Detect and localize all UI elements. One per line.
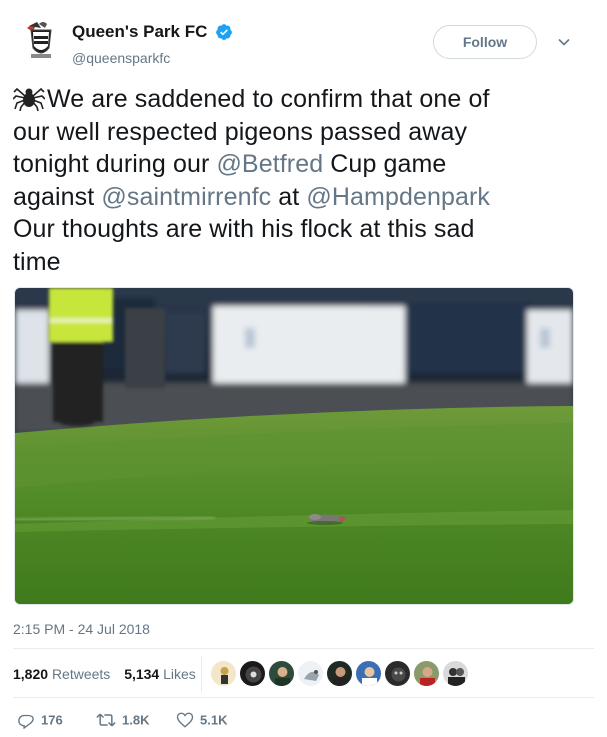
follow-button[interactable]: Follow <box>433 25 537 59</box>
mention-link-betfred[interactable]: @Betfred <box>216 150 323 178</box>
liker-avatar[interactable] <box>268 660 295 687</box>
retweet-action[interactable]: 1.8K <box>96 711 149 731</box>
reply-action[interactable]: 176 <box>17 711 63 731</box>
liker-avatar[interactable] <box>297 660 324 687</box>
author-display-name[interactable]: Queen's Park FC <box>72 22 207 42</box>
tweet-photo[interactable] <box>14 287 574 605</box>
tweet-timestamp[interactable]: 2:15 PM - 24 Jul 2018 <box>13 621 150 637</box>
chevron-down-icon[interactable] <box>556 34 572 50</box>
tweet-text-segment: We are saddened to confirm that one of <box>47 85 490 113</box>
tweet-text-line: Our thoughts are with his flock at this … <box>13 215 475 243</box>
retweets-stat[interactable]: 1,820 Retweets <box>13 666 110 682</box>
tweet-text-line: time <box>13 247 61 276</box>
likes-stat[interactable]: 5,134 Likes <box>124 666 196 682</box>
author-avatar[interactable] <box>19 18 63 62</box>
mention-link-saintmirrenfc[interactable]: @saintmirrenfc <box>101 183 271 211</box>
liker-avatar[interactable] <box>384 660 411 687</box>
like-action[interactable]: 5.1K <box>176 711 227 731</box>
liker-avatar[interactable] <box>355 660 382 687</box>
club-crest-icon <box>19 18 63 62</box>
liker-avatar[interactable] <box>442 660 469 687</box>
liker-avatar[interactable] <box>210 660 237 687</box>
like-count: 5.1K <box>200 712 228 728</box>
tweet-text-line: our well respected pigeons passed away <box>13 117 468 146</box>
verified-badge-icon <box>215 24 232 40</box>
retweets-label: Retweets <box>51 666 111 682</box>
liker-avatar[interactable] <box>413 660 440 687</box>
stadium-pitch-photo <box>15 288 573 604</box>
likes-label: Likes <box>163 666 196 682</box>
liker-avatars <box>201 656 480 692</box>
mention-link-hampdenpark[interactable]: @Hampdenpark <box>306 183 490 211</box>
retweet-count: 1.8K <box>122 712 150 728</box>
liker-avatar[interactable] <box>326 660 353 687</box>
retweets-count: 1,820 <box>13 666 49 682</box>
tweet-text-segment: against <box>13 182 102 211</box>
reply-count: 176 <box>41 712 63 728</box>
tweet-header: Queen's Park FC @queensparkfc Follow <box>0 0 607 80</box>
divider <box>13 697 594 698</box>
reply-icon <box>18 714 34 730</box>
tweet-text-segment: at <box>271 182 307 211</box>
tweet-text-segment: tonight during our <box>13 150 217 178</box>
tweet-stats: 1,820 Retweets 5,134 Likes <box>13 666 196 682</box>
tweet-text: We are saddened to confirm that one of o… <box>13 83 593 278</box>
divider <box>13 648 594 649</box>
spider-icon <box>13 87 45 111</box>
retweet-icon <box>96 713 116 727</box>
heart-icon <box>176 712 194 728</box>
author-handle[interactable]: @queensparkfc <box>72 50 170 66</box>
tweet-text-line: We are saddened to confirm that one of <box>13 83 593 116</box>
likes-count: 5,134 <box>124 666 160 682</box>
liker-avatar[interactable] <box>239 660 266 687</box>
author-name-block[interactable]: Queen's Park FC <box>72 22 233 42</box>
tweet-text-line: tonight during our @Betfred Cup game <box>13 148 593 181</box>
tweet-text-segment: Cup game <box>323 150 447 178</box>
tweet-text-line: against @saintmirrenfc at @Hampdenpark <box>13 181 593 214</box>
